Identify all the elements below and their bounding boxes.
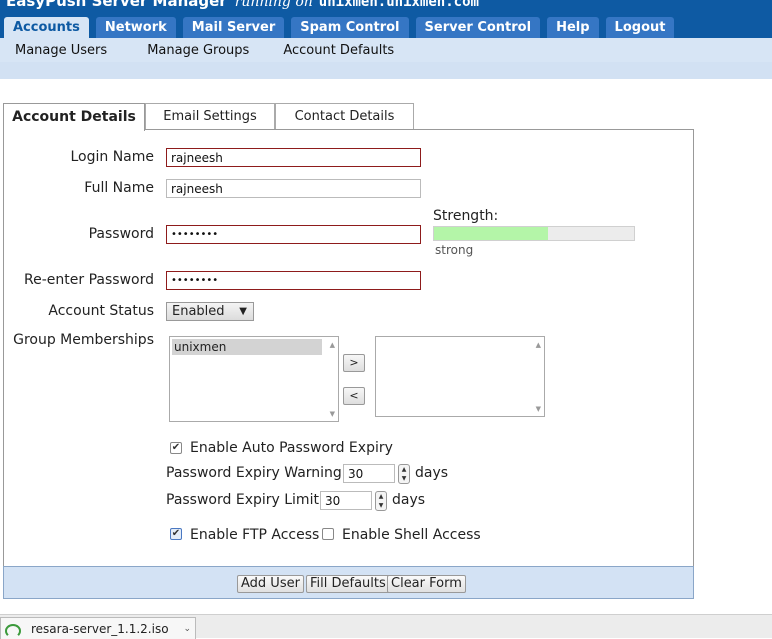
expiry-limit-label: Password Expiry Limit:	[166, 492, 324, 508]
download-progress-icon	[5, 624, 21, 638]
download-file-name: resara-server_1.1.2.iso	[31, 622, 169, 636]
tab-contact-details[interactable]: Contact Details	[275, 103, 414, 130]
reenter-password-label: Re-enter Password	[24, 272, 154, 288]
stepper-down-icon[interactable]: ▼	[379, 502, 384, 509]
shell-access-checkbox[interactable]	[322, 528, 334, 540]
tab-server-control[interactable]: Server Control	[415, 17, 541, 38]
stepper-up-icon[interactable]: ▲	[379, 493, 384, 500]
expiry-limit-unit: days	[392, 492, 426, 508]
list-item[interactable]: unixmen	[172, 339, 322, 355]
tab-mail-server[interactable]: Mail Server	[182, 17, 285, 38]
sub-nav: Manage Users Manage Groups Account Defau…	[0, 38, 772, 62]
strength-label: Strength:	[433, 208, 499, 224]
tab-help[interactable]: Help	[547, 17, 599, 38]
form-actions-bar: Add User Fill Defaults Clear Form	[3, 566, 694, 599]
main-nav: Accounts Network Mail Server Spam Contro…	[4, 17, 681, 38]
account-status-select[interactable]: Enabled ▼	[166, 302, 254, 321]
available-groups-list[interactable]: unixmen ▲ ▼	[169, 336, 339, 422]
tab-logout[interactable]: Logout	[605, 17, 675, 38]
chevron-down-icon[interactable]: ⌄	[183, 624, 191, 634]
subnav-account-defaults[interactable]: Account Defaults	[283, 43, 394, 58]
clear-form-button[interactable]: Clear Form	[387, 575, 466, 593]
add-user-button[interactable]: Add User	[237, 575, 304, 593]
fill-defaults-button[interactable]: Fill Defaults	[306, 575, 390, 593]
tab-account-details[interactable]: Account Details	[3, 103, 145, 131]
reenter-password-input[interactable]	[166, 271, 421, 290]
expiry-limit-stepper[interactable]: ▲ ▼	[375, 491, 387, 511]
account-status-label: Account Status	[48, 303, 154, 319]
chevron-down-icon: ▼	[239, 306, 247, 317]
stepper-up-icon[interactable]: ▲	[402, 466, 407, 473]
tab-network[interactable]: Network	[95, 17, 176, 38]
expiry-warning-label: Password Expiry Warning:	[166, 465, 347, 481]
password-label: Password	[88, 226, 154, 242]
login-name-input[interactable]	[166, 148, 421, 167]
full-name-input[interactable]	[166, 179, 421, 198]
app-name: EasyPush Server Manager	[6, 0, 227, 10]
strength-fill	[434, 227, 548, 240]
stepper-down-icon[interactable]: ▼	[402, 475, 407, 482]
host-name: unixmen.unixmen.com	[318, 0, 479, 10]
account-status-value: Enabled	[172, 304, 225, 319]
subnav-band	[0, 62, 772, 79]
login-name-label: Login Name	[70, 149, 154, 165]
tab-email-settings[interactable]: Email Settings	[145, 103, 275, 130]
app-title: EasyPush Server Manager running on unixmen…	[6, 0, 479, 10]
auto-expiry-label: Enable Auto Password Expiry	[190, 440, 393, 456]
strength-text: strong	[435, 243, 474, 257]
download-item[interactable]: resara-server_1.1.2.iso ⌄	[0, 617, 196, 639]
download-bar: resara-server_1.1.2.iso ⌄	[0, 614, 772, 639]
ftp-access-label: Enable FTP Access	[190, 527, 320, 543]
ftp-access-checkbox[interactable]: ✔	[170, 528, 182, 540]
subnav-manage-users[interactable]: Manage Users	[15, 43, 107, 58]
password-input[interactable]	[166, 225, 421, 244]
full-name-label: Full Name	[84, 180, 154, 196]
member-groups-list[interactable]: ▲ ▼	[375, 336, 545, 417]
scroll-down-icon[interactable]: ▼	[330, 410, 335, 418]
shell-access-label: Enable Shell Access	[342, 527, 481, 543]
scroll-up-icon[interactable]: ▲	[536, 341, 541, 349]
scroll-up-icon[interactable]: ▲	[330, 341, 335, 349]
tab-accounts[interactable]: Accounts	[4, 17, 89, 38]
add-group-button[interactable]: >	[343, 354, 365, 372]
auto-expiry-checkbox[interactable]: ✔	[170, 442, 182, 454]
subnav-manage-groups[interactable]: Manage Groups	[147, 43, 249, 58]
remove-group-button[interactable]: <	[343, 387, 365, 405]
group-memberships-label: Group Memberships	[13, 332, 154, 348]
password-strength-meter	[433, 226, 635, 241]
expiry-warning-stepper[interactable]: ▲ ▼	[398, 464, 410, 484]
expiry-warning-input[interactable]	[343, 464, 395, 483]
running-on-text: running on	[234, 0, 313, 10]
scroll-down-icon[interactable]: ▼	[536, 405, 541, 413]
expiry-limit-input[interactable]	[320, 491, 372, 510]
expiry-warning-unit: days	[415, 465, 449, 481]
tab-spam-control[interactable]: Spam Control	[291, 17, 409, 38]
app-header: EasyPush Server Manager running on unixmen…	[0, 0, 772, 38]
